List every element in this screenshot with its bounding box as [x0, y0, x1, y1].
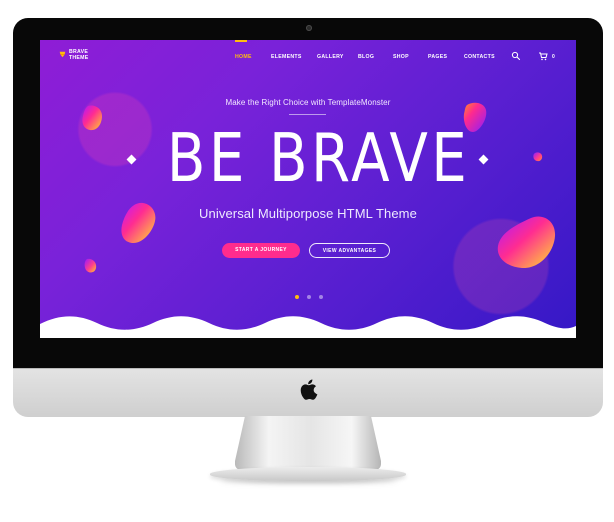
start-journey-button[interactable]: START A JOURNEY [222, 243, 300, 258]
active-nav-indicator [235, 40, 247, 42]
hero-title: BE BRAVE [166, 119, 471, 197]
imac-mockup: BRAVE THEME HOME ELEMENTS GALLERY BLOG S… [0, 0, 614, 522]
nav-contacts[interactable]: CONTACTS [464, 53, 495, 62]
eyebrow-divider [289, 114, 326, 115]
nav-home[interactable]: HOME [235, 53, 252, 62]
right-diamond-icon [478, 154, 489, 165]
website-screen: BRAVE THEME HOME ELEMENTS GALLERY BLOG S… [40, 40, 576, 338]
gem-logo-icon [59, 51, 66, 58]
gradient-blob-left-small [84, 258, 97, 273]
brand-line-two: THEME [69, 55, 89, 61]
search-icon[interactable] [511, 51, 521, 61]
slider-dot-3[interactable] [319, 295, 323, 299]
slider-dot-2[interactable] [307, 295, 311, 299]
shopping-cart-icon[interactable] [538, 51, 548, 61]
apple-logo-icon [300, 379, 318, 400]
top-navigation: BRAVE THEME HOME ELEMENTS GALLERY BLOG S… [40, 40, 576, 74]
slider-dot-1[interactable] [295, 295, 299, 299]
left-diamond-icon [126, 154, 137, 165]
gradient-blob-right-large [497, 216, 556, 269]
wave-divider [40, 316, 576, 338]
hero-eyebrow: Make the Right Choice with TemplateMonst… [225, 98, 391, 107]
camera-icon [306, 25, 312, 31]
gradient-blob-left-top [82, 105, 102, 131]
view-advantages-button[interactable]: VIEW ADVANTAGES [309, 243, 390, 258]
monitor-stand-foot [210, 467, 406, 481]
nav-blog[interactable]: BLOG [358, 53, 374, 62]
gradient-blob-right-small [533, 152, 543, 162]
hero-subtitle: Universal Multiporpose HTML Theme [199, 206, 417, 221]
nav-shop[interactable]: SHOP [393, 53, 409, 62]
nav-pages[interactable]: PAGES [428, 53, 447, 62]
nav-elements[interactable]: ELEMENTS [271, 53, 302, 62]
monitor-stand-neck [235, 416, 381, 470]
cart-count: 0 [552, 54, 555, 60]
brand-logo[interactable]: BRAVE THEME [59, 49, 99, 66]
nav-gallery[interactable]: GALLERY [317, 53, 344, 62]
